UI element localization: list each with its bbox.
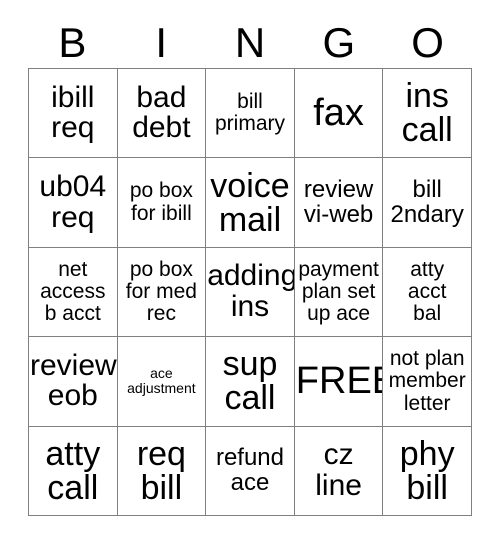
bingo-header-letter-o: O xyxy=(411,19,444,66)
bingo-cell-free[interactable]: FREE xyxy=(294,337,384,427)
bingo-free-space-label: FREE xyxy=(295,360,383,403)
bingo-cell-label: ub04 req xyxy=(39,170,107,234)
bingo-cell-b1[interactable]: ibill req xyxy=(29,69,118,159)
bingo-header-letter-b: B xyxy=(58,19,87,66)
bingo-cell-label: req bill xyxy=(136,434,186,507)
bingo-cell-n4[interactable]: sup call xyxy=(206,337,295,427)
bingo-cell-label: payment plan set up ace xyxy=(298,257,379,326)
bingo-cell-o3[interactable]: atty acct bal xyxy=(383,247,472,338)
bingo-cell-label: adding ins xyxy=(207,259,295,323)
bingo-cell-g1[interactable]: fax xyxy=(294,69,384,159)
bingo-cell-label: phy bill xyxy=(399,434,455,507)
bingo-grid: ibill req bad debt bill primary fax ins … xyxy=(28,68,472,516)
bingo-cell-b4[interactable]: review eob xyxy=(29,337,118,427)
bingo-cell-label: not plan member letter xyxy=(388,347,466,415)
bingo-cell-label: ins call xyxy=(401,77,453,150)
bingo-cell-n1[interactable]: bill primary xyxy=(206,69,295,159)
bingo-cell-label: sup call xyxy=(222,345,278,418)
bingo-cell-b2[interactable]: ub04 req xyxy=(29,158,118,248)
bingo-cell-n5[interactable]: refund ace xyxy=(206,426,295,516)
bingo-cell-b5[interactable]: atty call xyxy=(29,426,118,516)
bingo-cell-g2[interactable]: review vi-web xyxy=(294,158,384,248)
bingo-cell-label: ace adjustment xyxy=(127,364,196,397)
bingo-cell-label: refund ace xyxy=(215,443,285,496)
bingo-cell-i4[interactable]: ace adjustment xyxy=(117,337,207,427)
bingo-cell-i1[interactable]: bad debt xyxy=(117,69,207,159)
bingo-cell-label: fax xyxy=(313,92,364,135)
bingo-cell-label: po box for ibill xyxy=(129,179,193,225)
bingo-cell-label: bill primary xyxy=(214,89,285,136)
bingo-cell-g3[interactable]: payment plan set up ace xyxy=(294,247,384,338)
bingo-header-row: B I N G O xyxy=(28,18,472,68)
bingo-cell-label: atty acct bal xyxy=(407,257,447,326)
bingo-cell-label: cz line xyxy=(315,438,362,502)
bingo-cell-label: review eob xyxy=(30,348,117,413)
bingo-header-letter-n: N xyxy=(234,19,266,66)
bingo-cell-i5[interactable]: req bill xyxy=(117,426,207,516)
bingo-cell-label: bill 2ndary xyxy=(390,175,464,228)
bingo-cell-o5[interactable]: phy bill xyxy=(383,426,472,516)
bingo-cell-n2[interactable]: voice mail xyxy=(206,158,295,248)
bingo-cell-g5[interactable]: cz line xyxy=(294,426,384,516)
bingo-card: B I N G O ibill req bad debt bill primar… xyxy=(0,0,500,544)
bingo-header-letter-g: G xyxy=(322,19,356,66)
bingo-cell-o1[interactable]: ins call xyxy=(383,69,472,159)
bingo-header-letter-i: I xyxy=(155,19,168,66)
bingo-cell-n3[interactable]: adding ins xyxy=(206,247,295,338)
bingo-cell-label: review vi-web xyxy=(303,175,374,228)
bingo-cell-o2[interactable]: bill 2ndary xyxy=(383,158,472,248)
bingo-cell-i2[interactable]: po box for ibill xyxy=(117,158,207,248)
bingo-cell-label: bad debt xyxy=(132,80,191,145)
bingo-cell-label: net access b acct xyxy=(40,257,106,326)
bingo-cell-o4[interactable]: not plan member letter xyxy=(383,337,472,427)
bingo-cell-label: voice mail xyxy=(210,166,290,239)
bingo-cell-label: ibill req xyxy=(51,80,95,145)
bingo-cell-i3[interactable]: po box for med rec xyxy=(117,247,207,338)
bingo-cell-label: atty call xyxy=(45,434,101,507)
bingo-cell-b3[interactable]: net access b acct xyxy=(29,247,118,338)
bingo-cell-label: po box for med rec xyxy=(125,257,197,326)
